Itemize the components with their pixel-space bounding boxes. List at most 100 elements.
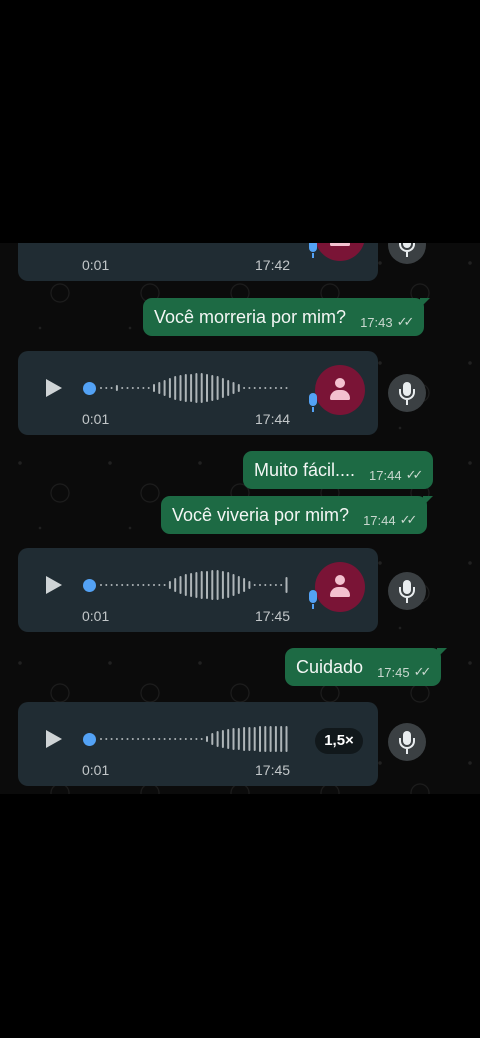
progress-dot[interactable]	[83, 382, 96, 395]
message-text: Você morreria por mim?	[154, 306, 347, 327]
message-time: 17:45	[255, 762, 291, 778]
waveform-bar	[121, 584, 124, 586]
waveform-bar	[147, 584, 150, 586]
waveform-bar	[131, 387, 134, 389]
microphone-icon[interactable]	[388, 374, 426, 412]
waveform-bar	[253, 584, 256, 586]
waveform-bar	[195, 738, 198, 740]
waveform-bar	[274, 387, 277, 389]
waveform-bar	[206, 571, 208, 599]
waveform-bar	[158, 382, 161, 394]
waveform-bar	[100, 738, 102, 740]
waveform-bar	[184, 374, 187, 402]
waveform-bar	[168, 581, 171, 589]
waveform-bar	[105, 387, 108, 389]
waveform-bar	[237, 576, 240, 594]
message-text: Cuidado	[296, 656, 364, 677]
waveform-bar	[100, 584, 102, 586]
waveform-bar	[190, 573, 193, 597]
waveform-bar	[137, 387, 140, 389]
waveform-bar	[115, 385, 118, 391]
waveform-bar	[142, 387, 145, 389]
message-time: 17:44	[369, 467, 402, 483]
waveform-bar	[274, 726, 277, 752]
waveform-bar	[179, 738, 182, 740]
waveform-bar	[137, 738, 140, 740]
waveform-bar	[131, 584, 134, 586]
waveform-bar	[142, 738, 145, 740]
waveform-bar	[174, 376, 177, 400]
voice-message[interactable]: 0:01 17:42	[18, 243, 378, 281]
waveform-bar	[168, 378, 171, 398]
waveform-bar	[248, 727, 251, 751]
waveform-bar	[190, 374, 193, 402]
waveform-bar	[126, 738, 129, 740]
voice-message: 0:01 17:45 1,5×	[18, 702, 378, 786]
waveform-bar	[227, 729, 230, 749]
microphone-icon[interactable]	[388, 572, 426, 610]
play-icon[interactable]	[46, 576, 62, 594]
waveform-bar	[195, 572, 198, 598]
waveform-bar	[221, 571, 224, 599]
waveform-bar	[285, 387, 288, 389]
play-icon[interactable]	[46, 730, 62, 748]
message-time: 17:44	[363, 512, 396, 528]
waveform-bar	[121, 387, 124, 389]
waveform-bar	[184, 574, 187, 596]
waveform-bar	[115, 738, 118, 740]
waveform-bar	[243, 387, 246, 389]
progress-dot[interactable]	[83, 579, 96, 592]
waveform-bar	[200, 738, 203, 740]
message-time: 17:42	[255, 257, 291, 273]
waveform-bar	[121, 738, 124, 740]
waveform-bar	[232, 574, 235, 596]
waveform	[100, 373, 288, 403]
waveform-bar	[253, 727, 256, 751]
waveform-bar	[163, 380, 166, 396]
waveform-bar	[211, 733, 214, 745]
voice-message: 0:01 17:45	[18, 548, 378, 632]
waveform-bar	[115, 584, 118, 586]
waveform-bar	[200, 373, 203, 403]
message-time: 17:44	[255, 411, 291, 427]
waveform-bar	[221, 730, 224, 748]
progress-dot[interactable]	[83, 733, 96, 746]
voice-duration: 0:01	[82, 608, 110, 624]
message-text: Muito fácil....	[254, 459, 356, 480]
waveform-bar	[221, 378, 224, 398]
waveform-bar	[232, 728, 235, 750]
read-receipt-icon: ✓✓	[413, 664, 432, 679]
waveform-bar	[211, 375, 214, 401]
waveform-bar	[142, 584, 145, 586]
waveform-bar	[248, 387, 251, 389]
waveform-bar	[253, 387, 256, 389]
waveform-bar	[174, 738, 177, 740]
waveform-bar	[280, 584, 283, 586]
voice-duration: 0:01	[82, 411, 110, 427]
outgoing-message: Você viveria por mim? 17:44 ✓✓	[161, 496, 434, 534]
outgoing-message: Muito fácil.... 17:44 ✓✓	[243, 451, 434, 489]
waveform-bar	[147, 387, 150, 389]
play-icon[interactable]	[46, 379, 62, 397]
read-receipt-icon: ✓✓	[396, 314, 415, 329]
waveform-bar	[216, 376, 219, 400]
microphone-icon[interactable]	[388, 723, 426, 761]
waveform-bar	[211, 570, 214, 600]
chat-area: 0:01 17:42 Você morreria por mim? 17:43 …	[0, 243, 480, 794]
waveform-bar	[243, 727, 246, 751]
waveform-bar	[232, 382, 235, 394]
waveform-bar	[126, 387, 129, 389]
waveform-bar	[147, 738, 150, 740]
waveform-bar	[264, 387, 267, 389]
waveform-bar	[237, 384, 240, 392]
waveform-bar	[259, 726, 261, 752]
playback-speed-button[interactable]: 1,5×	[315, 728, 363, 754]
mini-microphone-icon	[309, 590, 317, 609]
waveform-bar	[131, 738, 134, 740]
waveform-bar	[227, 380, 230, 396]
voice-duration: 0:01	[82, 257, 110, 273]
outgoing-message: Você morreria por mim? 17:43 ✓✓	[143, 298, 431, 336]
sender-avatar	[315, 365, 365, 415]
waveform-bar	[105, 584, 108, 586]
waveform-bar	[158, 584, 161, 586]
